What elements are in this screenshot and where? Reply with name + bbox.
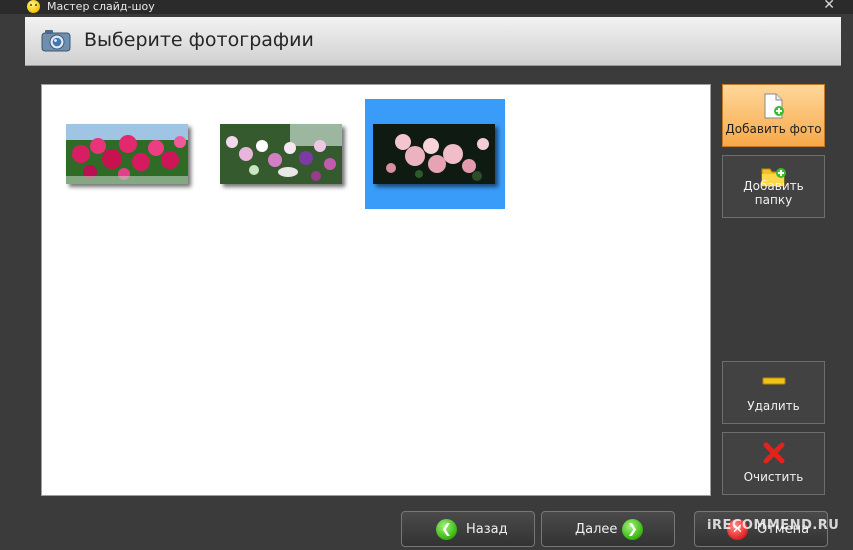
next-button[interactable]: Далее ❯ bbox=[541, 511, 675, 547]
next-label: Далее bbox=[575, 522, 618, 537]
flower-pots-photo bbox=[220, 124, 342, 184]
add-folder-button[interactable]: Добавить папку bbox=[722, 155, 825, 218]
red-x-icon bbox=[763, 442, 784, 464]
add-folder-label: Добавить папку bbox=[743, 179, 804, 207]
back-label: Назад bbox=[466, 522, 508, 537]
minus-icon bbox=[762, 377, 785, 385]
photo-gallery[interactable] bbox=[41, 84, 711, 496]
arrow-left-icon: ❮ bbox=[436, 519, 457, 540]
pink-roses-photo bbox=[66, 124, 188, 184]
add-file-icon bbox=[764, 93, 784, 119]
page-title: Выберите фотографии bbox=[84, 29, 314, 51]
arrow-right-icon: ❯ bbox=[622, 519, 643, 540]
photo-thumbnail[interactable] bbox=[52, 99, 192, 209]
clear-label: Очистить bbox=[743, 470, 804, 484]
back-button[interactable]: ❮ Назад bbox=[401, 511, 535, 547]
clear-button[interactable]: Очистить bbox=[722, 432, 825, 495]
smiley-app-icon bbox=[27, 0, 40, 13]
delete-label: Удалить bbox=[747, 399, 800, 413]
add-photo-button[interactable]: Добавить фото bbox=[722, 84, 825, 147]
watermark: iRECOMMEND.RU bbox=[707, 518, 840, 533]
photo-thumbnail[interactable] bbox=[206, 99, 346, 209]
pale-pink-roses-photo bbox=[373, 124, 495, 184]
add-photo-label: Добавить фото bbox=[725, 122, 822, 136]
photo-thumbnail-selected[interactable] bbox=[365, 99, 505, 209]
delete-button[interactable]: Удалить bbox=[722, 361, 825, 424]
window-titlebar: Мастер слайд-шоу ✕ bbox=[0, 0, 853, 14]
window-title: Мастер слайд-шоу bbox=[47, 0, 155, 13]
close-icon[interactable]: ✕ bbox=[823, 0, 835, 12]
camera-icon bbox=[41, 30, 71, 52]
wizard-header: Выберите фотографии bbox=[25, 17, 841, 66]
